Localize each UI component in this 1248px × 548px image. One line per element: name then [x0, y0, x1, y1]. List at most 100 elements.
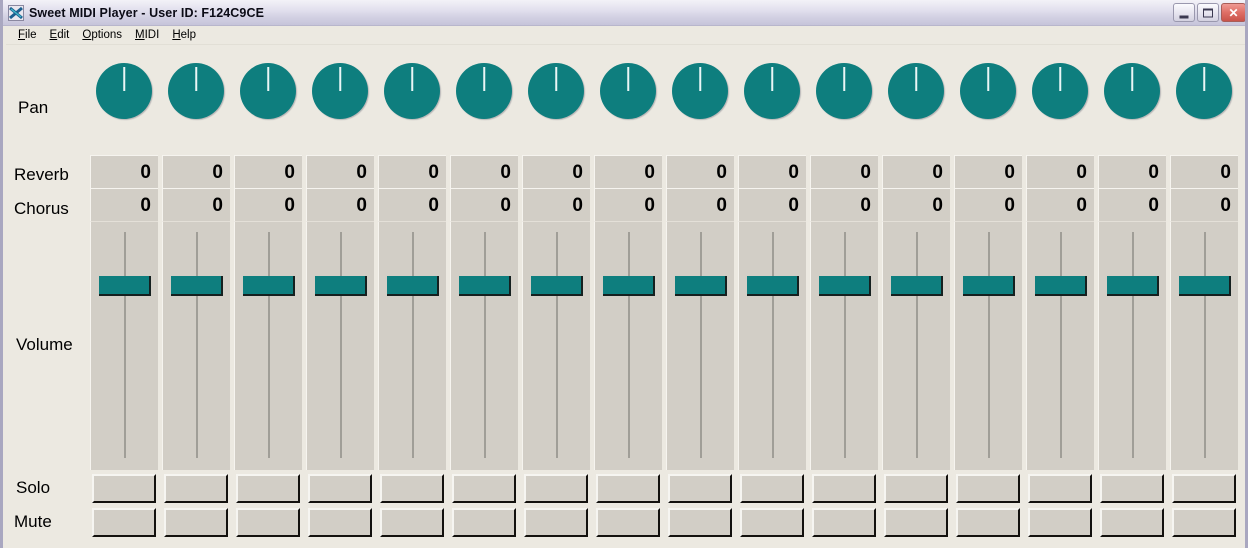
mute-button[interactable] — [452, 508, 516, 537]
menu-item-help[interactable]: Help — [166, 28, 203, 42]
pan-knob[interactable] — [600, 63, 656, 119]
volume-slider-thumb[interactable] — [386, 276, 439, 296]
volume-slider[interactable] — [234, 221, 302, 470]
volume-slider-thumb[interactable] — [818, 276, 871, 296]
solo-button[interactable] — [1028, 474, 1092, 503]
volume-slider-thumb[interactable] — [1178, 276, 1231, 296]
solo-button[interactable] — [1100, 474, 1164, 503]
reverb-value-box[interactable]: 0 — [810, 155, 878, 188]
chorus-value-box[interactable]: 0 — [378, 188, 446, 221]
chorus-value-box[interactable]: 0 — [666, 188, 734, 221]
reverb-value-box[interactable]: 0 — [1026, 155, 1094, 188]
solo-button[interactable] — [236, 474, 300, 503]
volume-slider[interactable] — [450, 221, 518, 470]
pan-knob[interactable] — [456, 63, 512, 119]
solo-button[interactable] — [164, 474, 228, 503]
reverb-value-box[interactable]: 0 — [90, 155, 158, 188]
pan-knob[interactable] — [168, 63, 224, 119]
solo-button[interactable] — [452, 474, 516, 503]
reverb-value-box[interactable]: 0 — [666, 155, 734, 188]
solo-button[interactable] — [668, 474, 732, 503]
reverb-value-box[interactable]: 0 — [234, 155, 302, 188]
reverb-value-box[interactable]: 0 — [1170, 155, 1238, 188]
pan-knob[interactable] — [960, 63, 1016, 119]
mute-button[interactable] — [884, 508, 948, 537]
solo-button[interactable] — [740, 474, 804, 503]
solo-button[interactable] — [884, 474, 948, 503]
pan-knob[interactable] — [744, 63, 800, 119]
solo-button[interactable] — [812, 474, 876, 503]
volume-slider[interactable] — [162, 221, 230, 470]
chorus-value-box[interactable]: 0 — [738, 188, 806, 221]
pan-knob[interactable] — [312, 63, 368, 119]
volume-slider[interactable] — [1098, 221, 1166, 470]
mute-button[interactable] — [92, 508, 156, 537]
volume-slider[interactable] — [810, 221, 878, 470]
reverb-value-box[interactable]: 0 — [378, 155, 446, 188]
mute-button[interactable] — [380, 508, 444, 537]
volume-slider[interactable] — [1170, 221, 1238, 470]
volume-slider[interactable] — [954, 221, 1022, 470]
chorus-value-box[interactable]: 0 — [1026, 188, 1094, 221]
chorus-value-box[interactable]: 0 — [594, 188, 662, 221]
pan-knob[interactable] — [384, 63, 440, 119]
volume-slider-thumb[interactable] — [602, 276, 655, 296]
pan-knob[interactable] — [816, 63, 872, 119]
chorus-value-box[interactable]: 0 — [234, 188, 302, 221]
mute-button[interactable] — [524, 508, 588, 537]
volume-slider-thumb[interactable] — [962, 276, 1015, 296]
volume-slider[interactable] — [1026, 221, 1094, 470]
mute-button[interactable] — [1028, 508, 1092, 537]
pan-knob[interactable] — [528, 63, 584, 119]
solo-button[interactable] — [92, 474, 156, 503]
volume-slider[interactable] — [666, 221, 734, 470]
chorus-value-box[interactable]: 0 — [90, 188, 158, 221]
volume-slider[interactable] — [594, 221, 662, 470]
solo-button[interactable] — [524, 474, 588, 503]
volume-slider[interactable] — [306, 221, 374, 470]
mute-button[interactable] — [236, 508, 300, 537]
mute-button[interactable] — [164, 508, 228, 537]
volume-slider-thumb[interactable] — [890, 276, 943, 296]
solo-button[interactable] — [956, 474, 1020, 503]
menu-item-options[interactable]: Options — [76, 28, 129, 42]
volume-slider[interactable] — [378, 221, 446, 470]
maximize-button[interactable] — [1197, 3, 1219, 22]
mute-button[interactable] — [308, 508, 372, 537]
solo-button[interactable] — [596, 474, 660, 503]
mute-button[interactable] — [812, 508, 876, 537]
pan-knob[interactable] — [96, 63, 152, 119]
volume-slider[interactable] — [90, 221, 158, 470]
pan-knob[interactable] — [1104, 63, 1160, 119]
reverb-value-box[interactable]: 0 — [594, 155, 662, 188]
mute-button[interactable] — [956, 508, 1020, 537]
mute-button[interactable] — [1100, 508, 1164, 537]
close-button[interactable]: ✕ — [1221, 3, 1245, 22]
menu-item-edit[interactable]: Edit — [44, 28, 77, 42]
reverb-value-box[interactable]: 0 — [522, 155, 590, 188]
volume-slider-thumb[interactable] — [530, 276, 583, 296]
volume-slider[interactable] — [882, 221, 950, 470]
pan-knob[interactable] — [888, 63, 944, 119]
chorus-value-box[interactable]: 0 — [306, 188, 374, 221]
pan-knob[interactable] — [1032, 63, 1088, 119]
volume-slider[interactable] — [738, 221, 806, 470]
volume-slider-thumb[interactable] — [314, 276, 367, 296]
reverb-value-box[interactable]: 0 — [1098, 155, 1166, 188]
menu-item-file[interactable]: File — [12, 28, 44, 42]
chorus-value-box[interactable]: 0 — [954, 188, 1022, 221]
title-bar[interactable]: Sweet MIDI Player - User ID: F124C9CE ✕ — [3, 0, 1245, 26]
mute-button[interactable] — [668, 508, 732, 537]
midi-app-icon[interactable] — [8, 4, 24, 21]
mute-button[interactable] — [1172, 508, 1236, 537]
solo-button[interactable] — [1172, 474, 1236, 503]
mute-button[interactable] — [740, 508, 804, 537]
volume-slider-thumb[interactable] — [98, 276, 151, 296]
chorus-value-box[interactable]: 0 — [810, 188, 878, 221]
chorus-value-box[interactable]: 0 — [1098, 188, 1166, 221]
reverb-value-box[interactable]: 0 — [882, 155, 950, 188]
reverb-value-box[interactable]: 0 — [450, 155, 518, 188]
menu-item-midi[interactable]: MIDI — [129, 28, 166, 42]
minimize-button[interactable] — [1173, 3, 1195, 22]
reverb-value-box[interactable]: 0 — [306, 155, 374, 188]
